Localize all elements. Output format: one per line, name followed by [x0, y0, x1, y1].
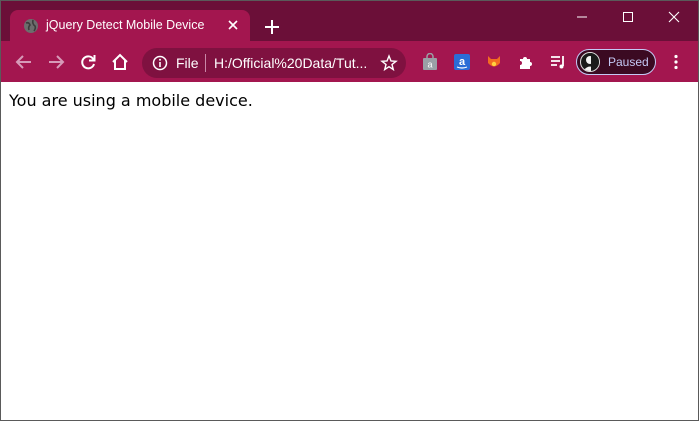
maximize-icon[interactable]	[618, 7, 638, 27]
scheme-label: File	[176, 55, 199, 71]
url-text[interactable]: H:/Official%20Data/Tut...	[214, 55, 374, 71]
forward-arrow-icon[interactable]	[45, 51, 67, 73]
profile-label: Paused	[608, 55, 649, 69]
svg-text:a: a	[427, 60, 432, 70]
shopping-bag-icon[interactable]: a	[419, 51, 441, 73]
tab-active[interactable]: jQuery Detect Mobile Device	[10, 10, 250, 41]
minimize-icon[interactable]	[572, 7, 592, 27]
profile-button[interactable]: Paused	[576, 49, 656, 75]
page-message: You are using a mobile device.	[9, 91, 253, 110]
svg-text:a: a	[459, 56, 466, 68]
info-icon[interactable]	[152, 55, 168, 71]
back-arrow-icon[interactable]	[13, 51, 35, 73]
globe-icon	[23, 18, 39, 34]
new-tab-icon[interactable]	[262, 17, 282, 37]
page-content: You are using a mobile device.	[1, 82, 698, 420]
kebab-menu-icon[interactable]	[665, 51, 687, 73]
star-icon[interactable]	[380, 54, 398, 72]
media-queue-icon[interactable]	[547, 51, 569, 73]
home-icon[interactable]	[109, 51, 131, 73]
fox-icon[interactable]	[483, 51, 505, 73]
close-icon[interactable]	[664, 7, 684, 27]
puzzle-icon[interactable]	[515, 51, 537, 73]
address-bar[interactable]: File H:/Official%20Data/Tut...	[142, 48, 406, 78]
avatar	[580, 52, 600, 72]
reload-icon[interactable]	[77, 51, 99, 73]
omnibox-divider	[205, 54, 206, 72]
tab-title: jQuery Detect Mobile Device	[46, 18, 205, 32]
title-bar: jQuery Detect Mobile Device	[1, 1, 698, 41]
tab-close-icon[interactable]	[224, 16, 242, 34]
amazon-icon[interactable]: a	[451, 51, 473, 73]
browser-window: jQuery Detect Mobile Device a a File H:/…	[0, 0, 699, 421]
